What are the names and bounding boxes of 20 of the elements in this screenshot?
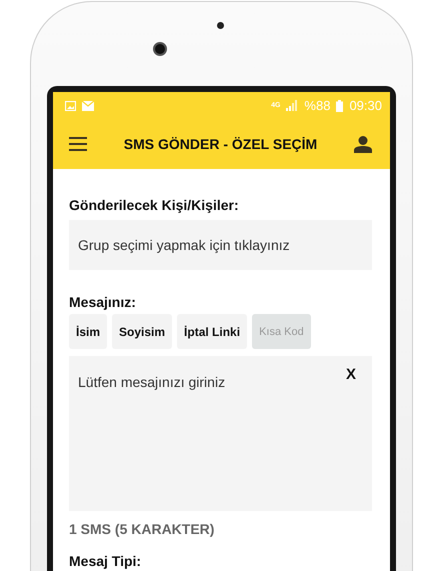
- recipient-field[interactable]: Grup seçimi yapmak için tıklayınız: [69, 220, 372, 270]
- signal-icon: [286, 100, 298, 111]
- camera-icon: [153, 42, 167, 56]
- message-type-label: Mesaj Tipi:: [69, 553, 142, 569]
- person-icon[interactable]: [354, 136, 372, 152]
- recipients-label: Gönderilecek Kişi/Kişiler:: [69, 197, 240, 213]
- placeholder-chip[interactable]: Soyisim: [112, 314, 172, 349]
- battery-percent: %88: [304, 98, 330, 113]
- sms-counter: 1 SMS (5 KARAKTER): [69, 521, 216, 537]
- speaker-icon: [217, 22, 224, 29]
- placeholder-chip[interactable]: İptal Linki: [177, 314, 248, 349]
- clock: 09:30: [349, 98, 382, 113]
- clear-button[interactable]: X: [346, 366, 356, 383]
- battery-icon: [336, 100, 344, 112]
- screen-title: SMS GÖNDER - ÖZEL SEÇİM: [124, 136, 318, 152]
- menu-icon[interactable]: [69, 137, 87, 151]
- mail-icon: [82, 100, 94, 110]
- image-icon: [65, 100, 76, 110]
- placeholder-chip[interactable]: İsim: [69, 314, 108, 349]
- message-label: Mesajınız:: [69, 294, 137, 310]
